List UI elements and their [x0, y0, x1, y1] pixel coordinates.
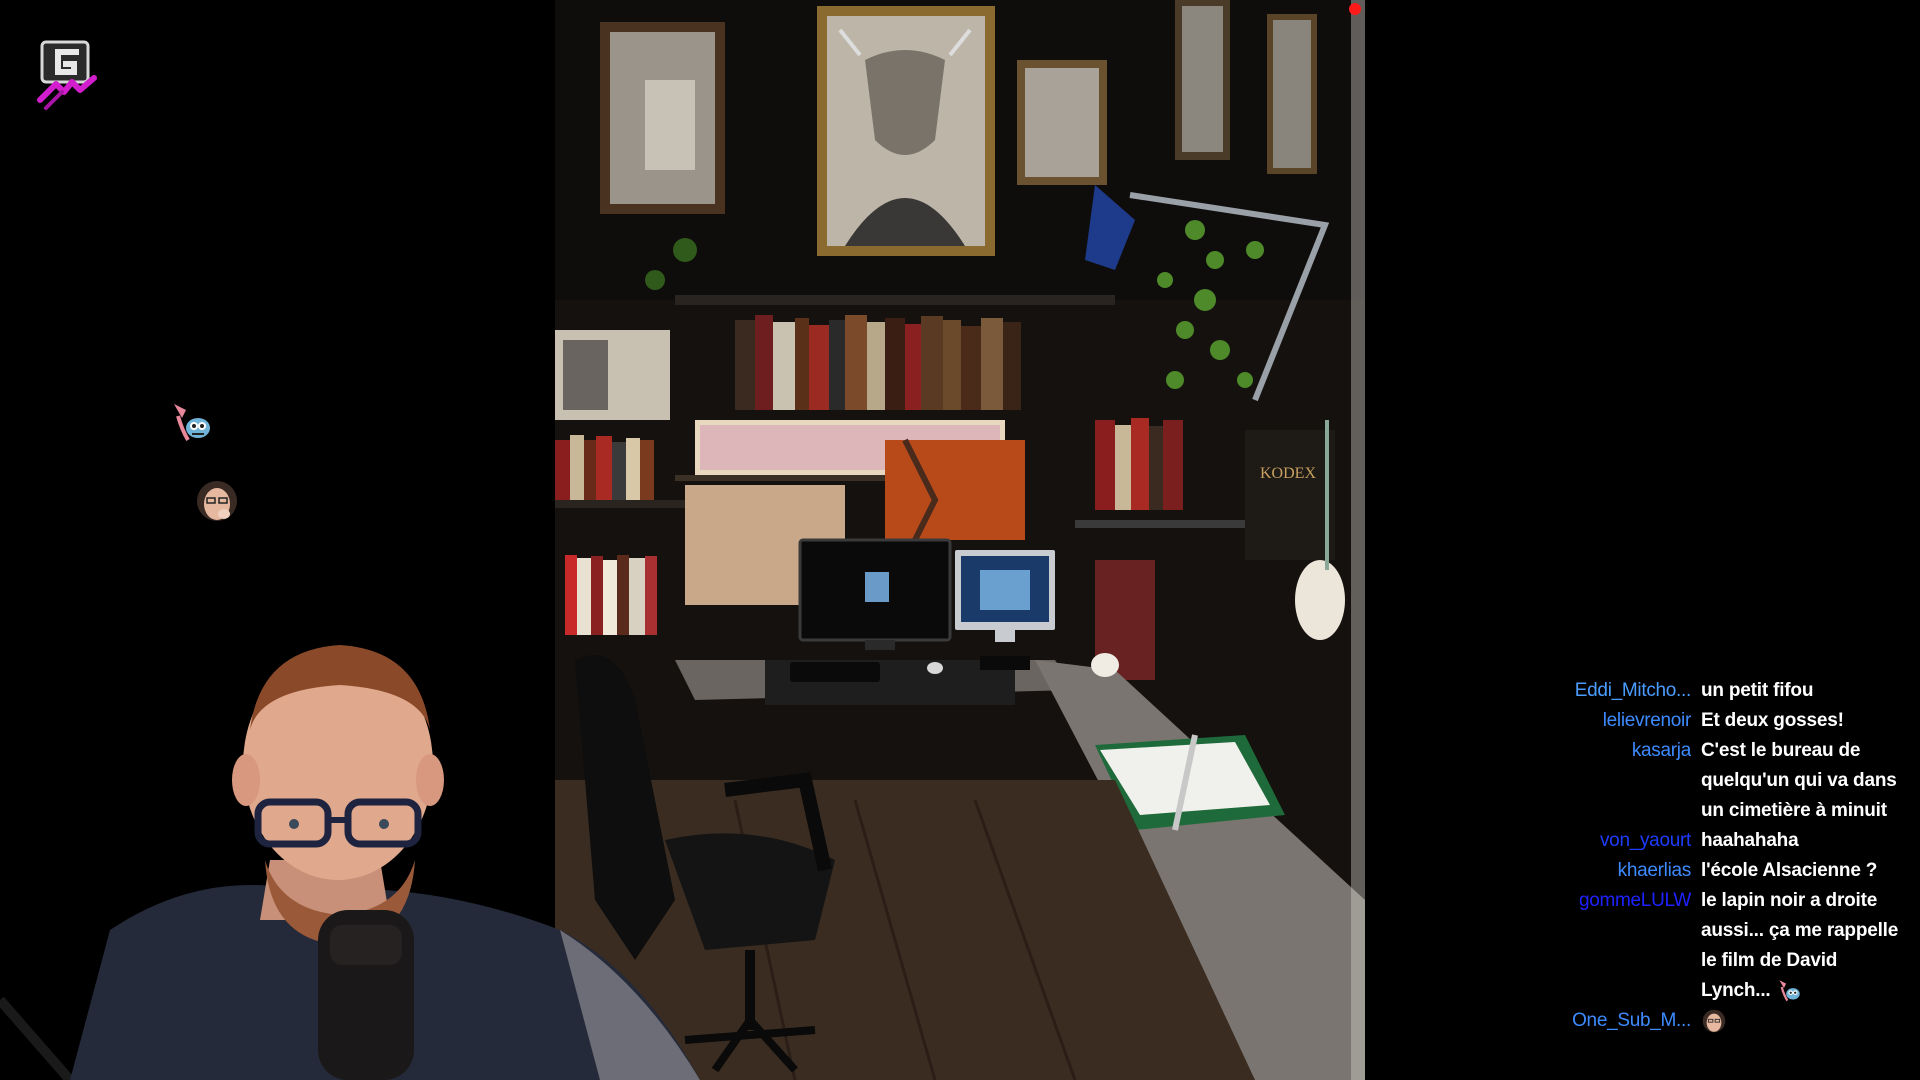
chat-panel: Eddi_Mitcho... un petit fifou lelievreno…	[1560, 676, 1910, 1036]
goat-portrait-frame	[817, 6, 995, 256]
chat-text: haahahaha	[1701, 830, 1799, 851]
recording-indicator	[1349, 3, 1361, 15]
chat-text: un petit fifou	[1701, 680, 1814, 701]
chat-text: Et deux gosses!	[1701, 710, 1844, 731]
stream-overlay: KODEX Eddi_Mitcho... un petit fifou leli…	[0, 0, 1920, 1080]
chat-message: One_Sub_M...	[1560, 1006, 1910, 1036]
chat-text: l'école Alsacienne ?	[1701, 860, 1878, 881]
face-emote-icon	[1702, 1009, 1726, 1033]
bird-emote-icon	[1778, 980, 1800, 1002]
chat-username[interactable]: kasarja	[1560, 736, 1691, 766]
chat-message: khaerlias l'école Alsacienne ?	[1560, 856, 1910, 886]
chat-username[interactable]: khaerlias	[1560, 856, 1691, 886]
chat-text-container: le lapin noir a droite aussi... ça me ra…	[1691, 886, 1906, 1006]
left-frame	[600, 22, 725, 214]
chat-message: von_yaourt haahahaha	[1560, 826, 1910, 856]
small-frame	[1017, 60, 1107, 185]
chat-text-container	[1691, 1006, 1906, 1036]
svg-text:KODEX: KODEX	[1260, 465, 1316, 482]
bird-emote-icon	[174, 404, 210, 442]
chat-message: Eddi_Mitcho... un petit fifou	[1560, 676, 1910, 706]
chat-message: lelievrenoir Et deux gosses!	[1560, 706, 1910, 736]
chat-message: gommeLULW le lapin noir a droite aussi..…	[1560, 886, 1910, 1006]
chat-username[interactable]: lelievrenoir	[1560, 706, 1691, 736]
chat-message: kasarja C'est le bureau de quelqu'un qui…	[1560, 736, 1910, 826]
chat-username[interactable]: One_Sub_M...	[1560, 1006, 1691, 1036]
chat-username[interactable]: von_yaourt	[1560, 826, 1691, 856]
chat-username[interactable]: gommeLULW	[1560, 886, 1691, 916]
webcam-feed	[0, 640, 720, 1080]
face-emote-icon	[197, 481, 237, 521]
chat-username[interactable]: Eddi_Mitcho...	[1560, 676, 1691, 706]
chat-text: C'est le bureau de quelqu'un qui va dans…	[1701, 740, 1897, 821]
channel-logo-icon	[37, 40, 97, 110]
